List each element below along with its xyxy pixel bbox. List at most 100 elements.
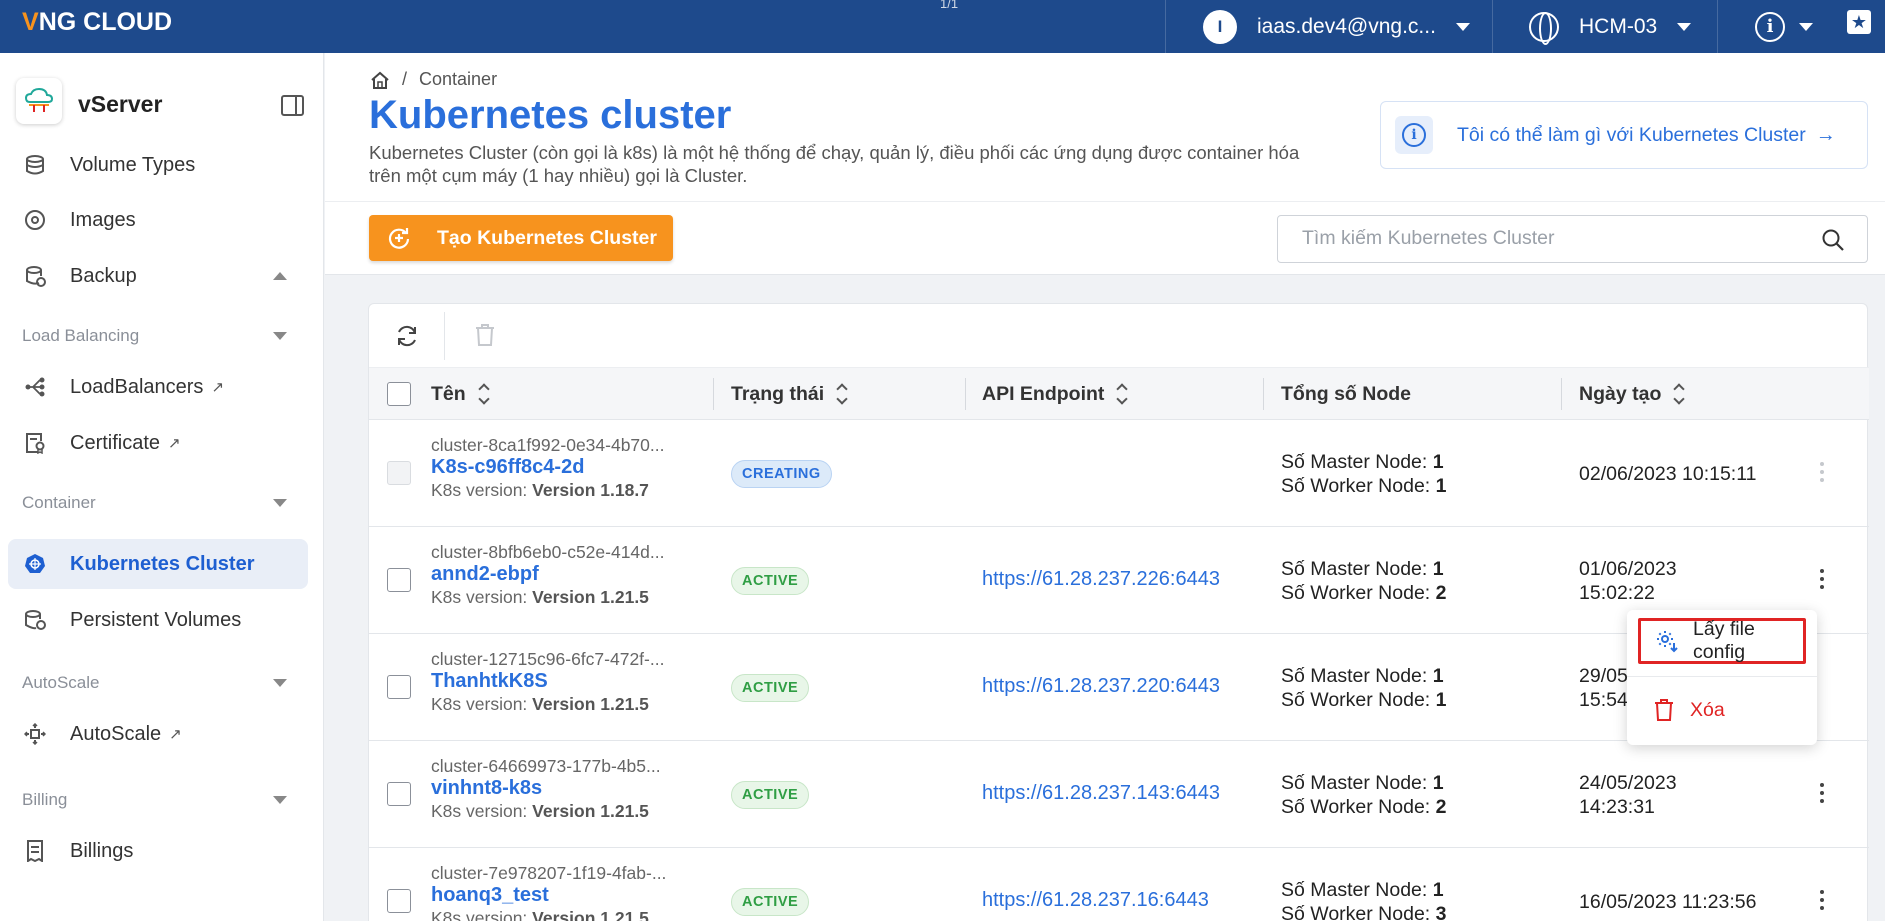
table-row[interactable]: cluster-64669973-177b-4b5... vinhnt8-k8s… bbox=[369, 741, 1869, 848]
row-checkbox[interactable] bbox=[387, 568, 411, 592]
created-date: 24/05/2023 14:23:31 bbox=[1579, 771, 1677, 819]
master-node-label: Số Master Node: bbox=[1281, 665, 1428, 687]
favorite-icon[interactable]: ★ bbox=[1847, 10, 1871, 34]
api-endpoint-link[interactable]: https://61.28.237.226:6443 bbox=[982, 568, 1220, 591]
sidebar-item-backup[interactable]: Backup bbox=[0, 253, 323, 299]
created-time-line: 15:54 bbox=[1579, 689, 1628, 711]
search-icon[interactable] bbox=[1821, 228, 1845, 252]
avatar: I bbox=[1203, 9, 1237, 44]
info-icon: i bbox=[1402, 123, 1426, 147]
sidebar-item-label: Volume Types bbox=[70, 153, 196, 176]
row-menu-icon[interactable] bbox=[1820, 569, 1824, 589]
column-header-endpoint[interactable]: API Endpoint bbox=[982, 368, 1129, 420]
get-config-menu-item[interactable]: Lấy file config bbox=[1638, 618, 1806, 664]
worker-node-label: Số Worker Node: bbox=[1281, 689, 1431, 711]
sidebar-item-autoscale[interactable]: AutoScale ↗ bbox=[0, 711, 323, 757]
user-menu[interactable]: I iaas.dev4@vng.c... bbox=[1165, 0, 1490, 53]
search-input[interactable] bbox=[1302, 227, 1802, 250]
status-badge: ACTIVE bbox=[731, 888, 810, 916]
sidebar-item-images[interactable]: Images bbox=[0, 197, 323, 243]
sidebar-section-container[interactable]: Container bbox=[0, 485, 323, 521]
created-date: 29/05 15:54 bbox=[1579, 664, 1628, 712]
chevron-down-icon bbox=[1799, 22, 1813, 31]
cluster-version: K8s version: Version 1.21.5 bbox=[431, 694, 649, 715]
row-checkbox[interactable] bbox=[387, 675, 411, 699]
cluster-name-link[interactable]: vinhnt8-k8s bbox=[431, 777, 542, 800]
sort-icon bbox=[836, 383, 848, 405]
sidebar-item-label: Certificate bbox=[70, 431, 161, 454]
globe-icon bbox=[1529, 11, 1559, 45]
api-endpoint-link[interactable]: https://61.28.237.16:6443 bbox=[982, 889, 1209, 912]
sort-icon bbox=[1673, 383, 1686, 405]
sidebar: vServer Volume Types Images Backup Load … bbox=[0, 53, 324, 921]
sidebar-item-kubernetes-cluster[interactable]: Kubernetes Cluster bbox=[0, 541, 323, 587]
version-value: Version 1.21.5 bbox=[532, 908, 649, 921]
version-label: K8s version: bbox=[431, 694, 528, 714]
api-endpoint-link[interactable]: https://61.28.237.220:6443 bbox=[982, 675, 1220, 698]
chevron-down-icon bbox=[273, 332, 287, 340]
section-label: Container bbox=[22, 493, 96, 512]
column-header-name[interactable]: Tên bbox=[431, 368, 490, 420]
collapse-sidebar-icon[interactable] bbox=[281, 95, 304, 116]
worker-node-label: Số Worker Node: bbox=[1281, 582, 1431, 604]
vserver-cloud-icon bbox=[16, 78, 62, 124]
status-badge: ACTIVE bbox=[731, 781, 810, 809]
sidebar-section-billing[interactable]: Billing bbox=[0, 782, 323, 818]
table-row[interactable]: cluster-8ca1f992-0e34-4b70... K8s-c96ff8… bbox=[369, 420, 1869, 527]
row-checkbox[interactable] bbox=[387, 889, 411, 913]
menu-item-label: Xóa bbox=[1690, 698, 1725, 721]
user-email: iaas.dev4@vng.c... bbox=[1257, 14, 1436, 38]
sidebar-item-volume-types[interactable]: Volume Types bbox=[0, 142, 323, 188]
select-all-checkbox[interactable] bbox=[387, 382, 411, 406]
create-cluster-button[interactable]: Tạo Kubernetes Cluster bbox=[369, 215, 673, 261]
row-menu-icon[interactable] bbox=[1820, 783, 1824, 803]
delete-menu-item[interactable]: Xóa bbox=[1638, 687, 1806, 733]
column-header-status[interactable]: Trạng thái bbox=[731, 368, 848, 420]
help-menu[interactable]: i bbox=[1717, 0, 1837, 53]
api-endpoint-link[interactable]: https://61.28.237.143:6443 bbox=[982, 782, 1220, 805]
node-counts: Số Master Node: 1 Số Worker Node: 2 bbox=[1281, 771, 1446, 819]
worker-node-count: 1 bbox=[1435, 689, 1447, 711]
divider bbox=[1627, 676, 1817, 677]
column-divider bbox=[713, 378, 714, 410]
trash-icon[interactable] bbox=[474, 323, 496, 347]
help-link-card[interactable]: i Tôi có thể làm gì với Kubernetes Clust… bbox=[1380, 101, 1868, 169]
breadcrumb-separator: / bbox=[402, 69, 408, 89]
row-checkbox[interactable] bbox=[387, 782, 411, 806]
sidebar-item-persistent-volumes[interactable]: Persistent Volumes bbox=[0, 597, 323, 643]
sidebar-item-loadbalancers[interactable]: LoadBalancers ↗ bbox=[0, 364, 323, 410]
breadcrumb-current[interactable]: Container bbox=[419, 69, 497, 90]
created-date: 16/05/2023 11:23:56 bbox=[1579, 890, 1756, 914]
created-date-line: 16/05/2023 11:23:56 bbox=[1579, 891, 1757, 913]
cluster-version: K8s version: Version 1.21.5 bbox=[431, 801, 649, 822]
column-label: Tổng số Node bbox=[1281, 382, 1411, 405]
sidebar-item-billings[interactable]: Billings bbox=[0, 828, 323, 874]
cluster-name-link[interactable]: ThanhtkK8S bbox=[431, 670, 548, 693]
cluster-name-link[interactable]: annd2-ebpf bbox=[431, 563, 539, 586]
status-badge: CREATING bbox=[731, 460, 832, 488]
row-menu-icon[interactable] bbox=[1820, 462, 1824, 482]
home-icon[interactable] bbox=[370, 71, 390, 89]
table-row[interactable]: cluster-7e978207-1f19-4fab-... hoanq3_te… bbox=[369, 848, 1869, 921]
page-description: Kubernetes Cluster (còn gọi là k8s) là m… bbox=[369, 142, 1300, 186]
toolbar: Tạo Kubernetes Cluster bbox=[325, 201, 1885, 275]
info-icon: i bbox=[1755, 11, 1785, 42]
version-value: Version 1.21.5 bbox=[532, 801, 649, 821]
page-title: Kubernetes cluster bbox=[369, 93, 732, 137]
status-badge: ACTIVE bbox=[731, 567, 810, 595]
sidebar-section-load-balancing[interactable]: Load Balancing bbox=[0, 318, 323, 354]
version-label: K8s version: bbox=[431, 908, 528, 921]
backup-icon bbox=[22, 263, 48, 289]
add-cluster-icon bbox=[387, 226, 411, 250]
column-header-created[interactable]: Ngày tạo bbox=[1579, 368, 1686, 420]
sidebar-section-autoscale[interactable]: AutoScale bbox=[0, 665, 323, 701]
row-menu-icon[interactable] bbox=[1820, 890, 1824, 910]
sidebar-item-certificate[interactable]: Certificate ↗ bbox=[0, 420, 323, 466]
vng-cloud-logo[interactable]: VNG CLOUD bbox=[22, 8, 172, 37]
sidebar-item-label: Billings bbox=[70, 839, 134, 862]
cluster-id: cluster-8bfb6eb0-c52e-414d... bbox=[431, 542, 665, 562]
refresh-icon[interactable] bbox=[395, 324, 419, 348]
region-selector[interactable]: HCM-03 bbox=[1492, 0, 1717, 53]
cluster-name-link[interactable]: hoanq3_test bbox=[431, 884, 549, 907]
cluster-name-link[interactable]: K8s-c96ff8c4-2d bbox=[431, 456, 584, 479]
